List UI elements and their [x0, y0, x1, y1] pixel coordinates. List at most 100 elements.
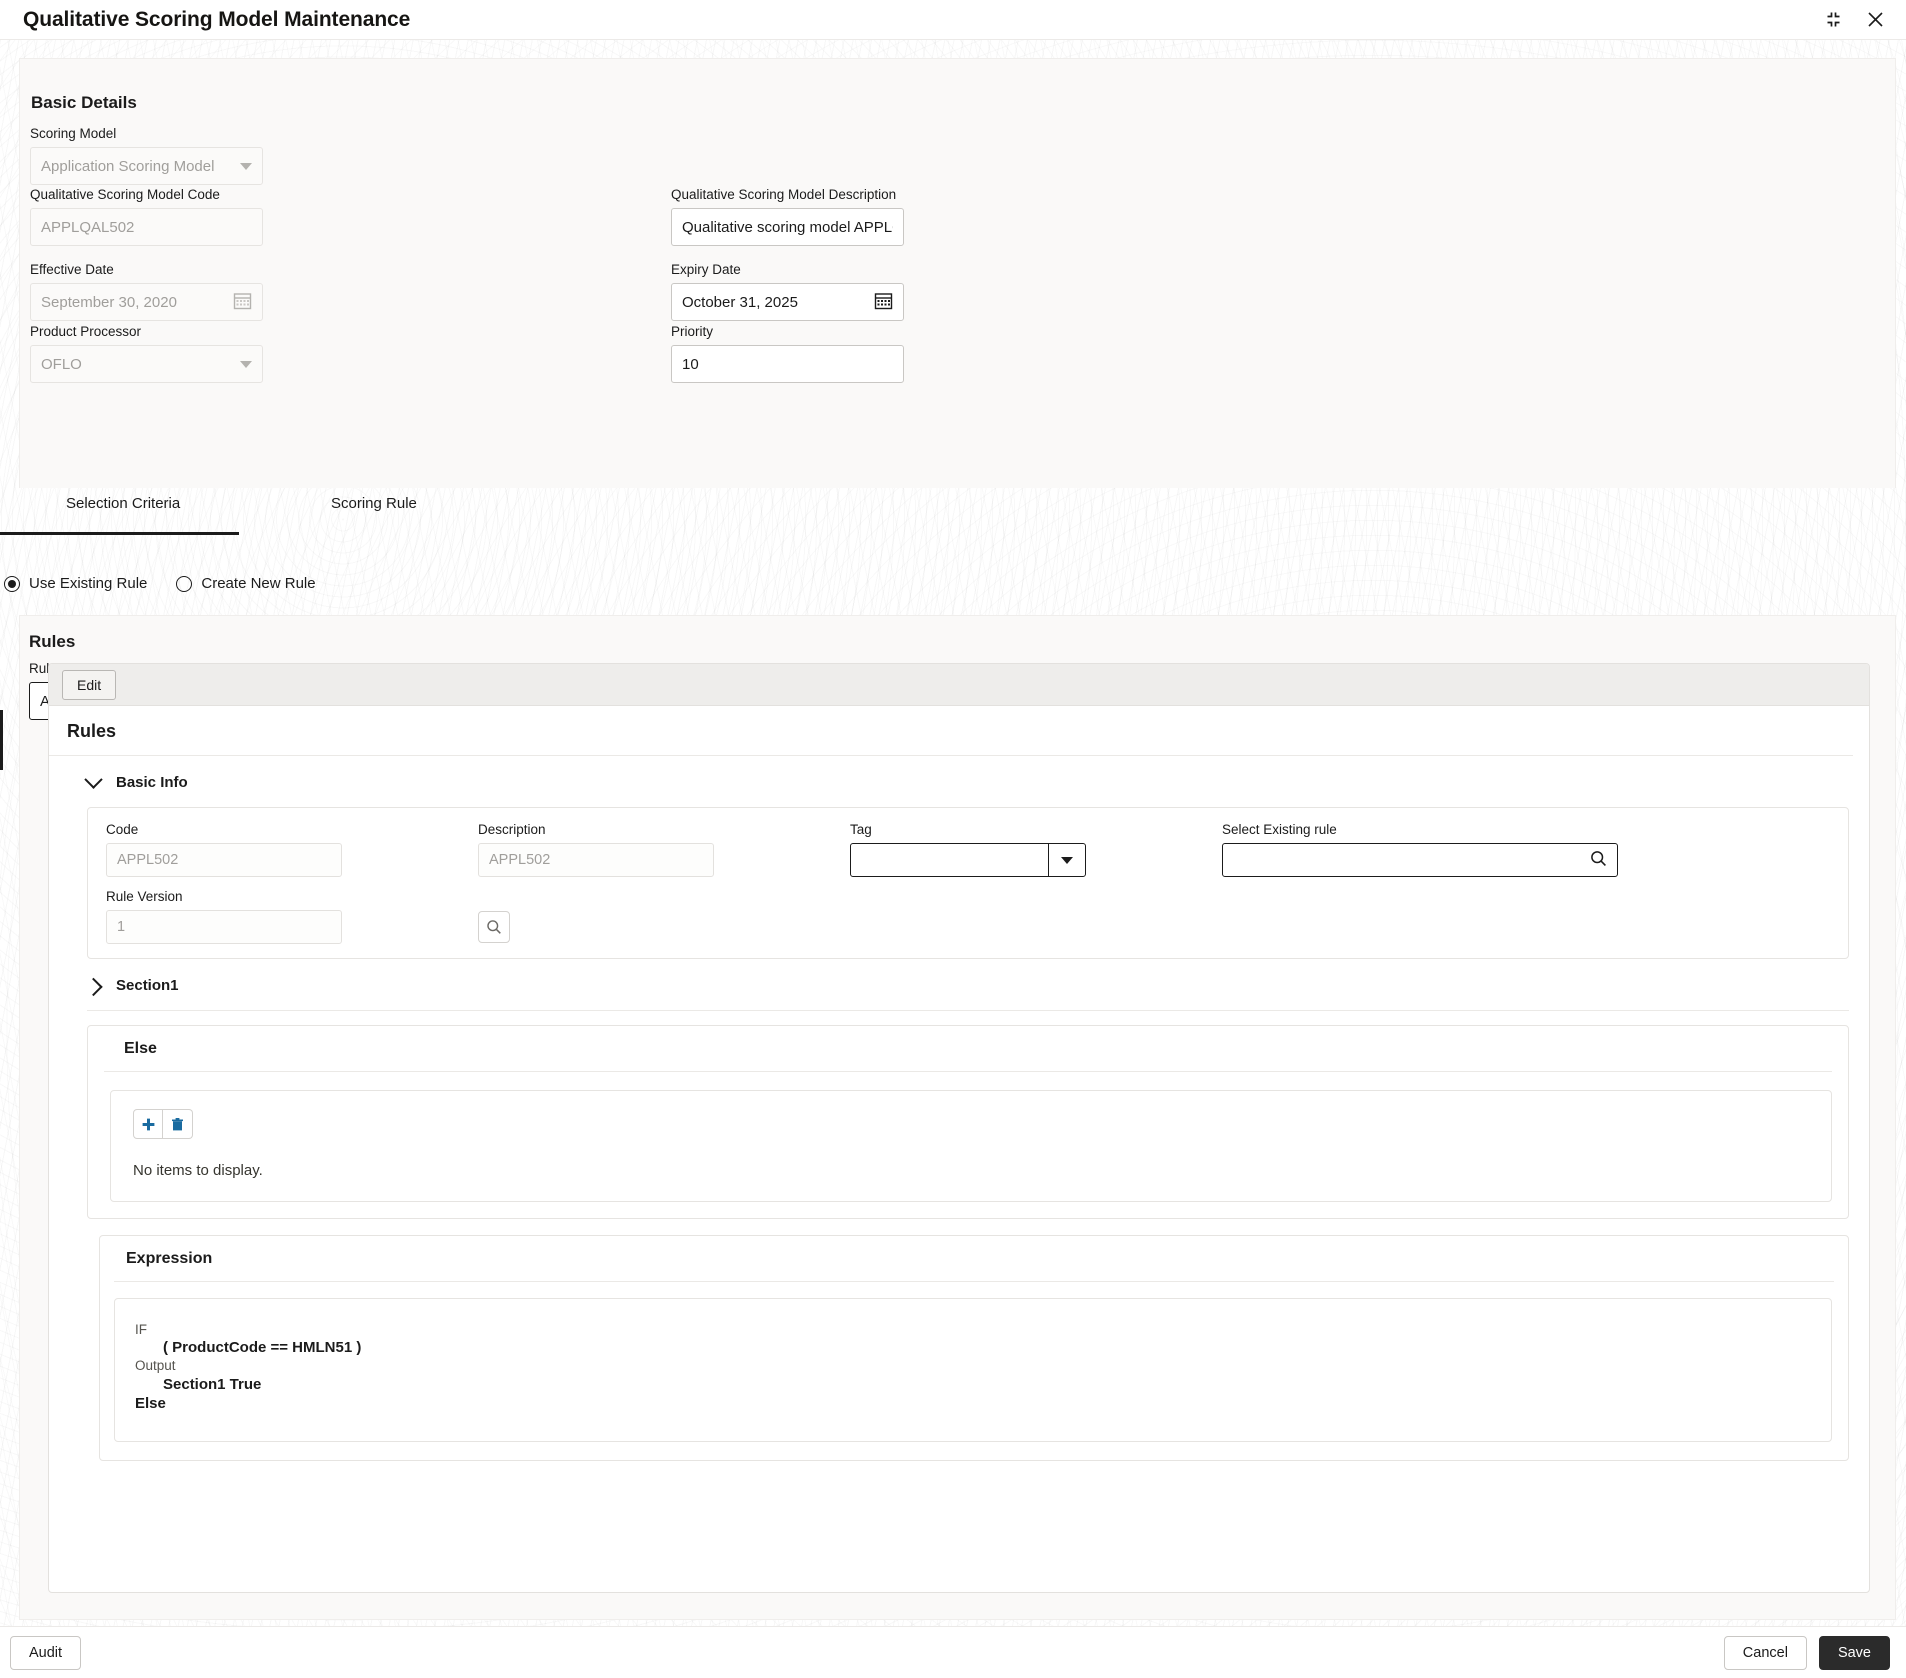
- priority-input[interactable]: 10: [671, 345, 904, 383]
- save-button[interactable]: Save: [1819, 1636, 1890, 1670]
- basic-details-card: Basic Details Scoring Model Application …: [19, 58, 1896, 488]
- priority-value: 10: [682, 356, 699, 373]
- chevron-right-icon: [84, 978, 102, 996]
- expression-title: Expression: [114, 1236, 1834, 1282]
- tag-field: Tag: [850, 822, 1222, 877]
- active-tab-indicator: [0, 532, 239, 535]
- tag-select[interactable]: [850, 843, 1086, 877]
- close-icon[interactable]: [1862, 7, 1888, 33]
- code-field: Code APPL502: [106, 822, 478, 877]
- radio-create-new-rule-label: Create New Rule: [201, 575, 315, 592]
- expression-line-output: Output: [135, 1357, 1831, 1374]
- scoring-model-field: Scoring Model Application Scoring Model: [30, 126, 263, 185]
- footer-right-group: Cancel Save: [1724, 1636, 1890, 1670]
- tab-selection-criteria[interactable]: Selection Criteria: [66, 495, 180, 522]
- expiry-date-input[interactable]: October 31, 2025: [671, 283, 904, 321]
- rules-inner-panel: Edit Rules Basic Info Code APPL502: [48, 663, 1870, 1593]
- rule-version-label: Rule Version: [106, 889, 478, 904]
- description-input[interactable]: APPL502: [478, 843, 714, 877]
- footer-bar: Audit Cancel Save: [0, 1626, 1906, 1678]
- accordion-section1[interactable]: Section1: [49, 959, 1869, 1010]
- rule-version-search-button[interactable]: [478, 911, 510, 943]
- rule-mode-radio-group: Use Existing Rule Create New Rule: [0, 575, 316, 592]
- else-toolbar: [133, 1109, 1831, 1139]
- expression-line-if: IF: [135, 1321, 1831, 1338]
- collapse-corners-icon[interactable]: [1820, 7, 1846, 33]
- plus-icon[interactable]: [133, 1109, 163, 1139]
- product-processor-field: Product Processor OFLO: [30, 324, 263, 383]
- accordion-basic-info[interactable]: Basic Info: [49, 756, 1869, 807]
- else-title: Else: [104, 1026, 1832, 1072]
- expression-line-condition: ( ProductCode == HMLN51 ): [135, 1338, 1831, 1357]
- radio-create-new-rule[interactable]: Create New Rule: [176, 575, 315, 592]
- model-description-field: Qualitative Scoring Model Description Qu…: [671, 187, 904, 246]
- radio-indicator-selected: [4, 576, 20, 592]
- select-existing-rule-input[interactable]: [1222, 843, 1618, 877]
- footer-left-group: Audit: [10, 1636, 81, 1670]
- edit-button[interactable]: Edit: [62, 670, 116, 700]
- chevron-down-icon: [240, 361, 252, 368]
- divider: [87, 1010, 1849, 1011]
- priority-label: Priority: [671, 324, 904, 339]
- audit-button[interactable]: Audit: [10, 1636, 81, 1670]
- cancel-button[interactable]: Cancel: [1724, 1636, 1807, 1670]
- rules-panel-title: Rules: [49, 706, 1853, 756]
- description-label: Description: [478, 822, 850, 837]
- rule-version-input[interactable]: 1: [106, 910, 342, 944]
- rules-card: Rules Rule Code APPL502 Rule Name APPL50…: [19, 615, 1896, 1620]
- window-titlebar: Qualitative Scoring Model Maintenance: [0, 0, 1906, 40]
- accordion-basic-info-label: Basic Info: [116, 774, 188, 791]
- select-existing-rule-field: Select Existing rule: [1222, 822, 1692, 877]
- model-code-field: Qualitative Scoring Model Code APPLQAL50…: [30, 187, 263, 246]
- trash-icon[interactable]: [163, 1109, 193, 1139]
- search-icon[interactable]: [1590, 850, 1607, 871]
- panel-left-edge: [0, 710, 3, 770]
- calendar-icon[interactable]: [874, 291, 893, 314]
- scoring-model-select[interactable]: Application Scoring Model: [30, 147, 263, 185]
- expiry-date-field: Expiry Date October 31, 2025: [671, 262, 904, 321]
- product-processor-value: OFLO: [41, 356, 82, 373]
- model-code-value: APPLQAL502: [41, 219, 134, 236]
- effective-date-value: September 30, 2020: [41, 294, 177, 311]
- description-value: APPL502: [489, 852, 550, 868]
- product-processor-select[interactable]: OFLO: [30, 345, 263, 383]
- priority-field: Priority 10: [671, 324, 904, 383]
- basic-info-row-1: Code APPL502 Description APPL502 Tag: [88, 822, 1848, 877]
- effective-date-input[interactable]: September 30, 2020: [30, 283, 263, 321]
- expression-block: Expression IF ( ProductCode == HMLN51 ) …: [99, 1235, 1849, 1461]
- else-content: No items to display.: [110, 1090, 1832, 1202]
- basic-info-fields-box: Code APPL502 Description APPL502 Tag: [87, 807, 1849, 959]
- model-description-value: Qualitative scoring model APPLQAL502: [682, 219, 893, 236]
- product-processor-label: Product Processor: [30, 324, 263, 339]
- effective-date-label: Effective Date: [30, 262, 263, 277]
- scoring-model-value: Application Scoring Model: [41, 158, 214, 175]
- model-code-label: Qualitative Scoring Model Code: [30, 187, 263, 202]
- rules-panel-toolbar: Edit: [49, 664, 1869, 706]
- chevron-down-icon: [84, 770, 102, 788]
- expression-line-else: Else: [135, 1394, 1831, 1413]
- tab-scoring-rule[interactable]: Scoring Rule: [331, 495, 417, 522]
- code-value: APPL502: [117, 852, 178, 868]
- code-input[interactable]: APPL502: [106, 843, 342, 877]
- radio-use-existing-rule[interactable]: Use Existing Rule: [4, 575, 147, 592]
- rules-heading: Rules: [29, 632, 75, 652]
- expiry-date-label: Expiry Date: [671, 262, 904, 277]
- expiry-date-value: October 31, 2025: [682, 294, 798, 311]
- select-existing-rule-label: Select Existing rule: [1222, 822, 1692, 837]
- calendar-icon[interactable]: [233, 291, 252, 314]
- chevron-down-icon: [240, 163, 252, 170]
- effective-date-field: Effective Date September 30, 2020: [30, 262, 263, 321]
- tag-label: Tag: [850, 822, 1222, 837]
- model-description-input[interactable]: Qualitative scoring model APPLQAL502: [671, 208, 904, 246]
- accordion-section1-label: Section1: [116, 977, 179, 994]
- expression-content: IF ( ProductCode == HMLN51 ) Output Sect…: [114, 1298, 1832, 1442]
- rule-version-field: Rule Version 1: [106, 889, 478, 944]
- window-controls: [1820, 7, 1888, 33]
- model-code-input[interactable]: APPLQAL502: [30, 208, 263, 246]
- expression-line-result: Section1 True: [135, 1375, 1831, 1394]
- radio-use-existing-rule-label: Use Existing Rule: [29, 575, 147, 592]
- scoring-model-label: Scoring Model: [30, 126, 263, 141]
- else-empty-message: No items to display.: [133, 1162, 1831, 1179]
- tab-strip: Selection Criteria Scoring Rule: [0, 495, 1906, 535]
- form-body: Basic Details Scoring Model Application …: [0, 40, 1906, 1638]
